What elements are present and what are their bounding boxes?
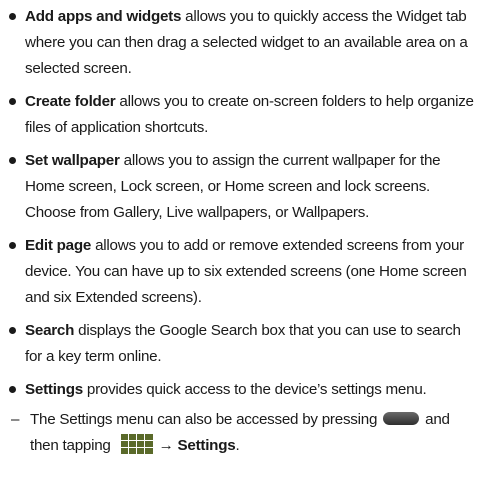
term-label: Settings: [25, 381, 83, 398]
term-label: Add apps and widgets: [25, 8, 182, 25]
home-key-icon: [383, 412, 420, 426]
dash-marker: –: [11, 411, 20, 428]
term-label: Edit page: [25, 237, 92, 254]
bullet-icon: [9, 98, 16, 105]
bullet-icon: [9, 386, 16, 393]
item-description: displays the Google Search box that you …: [25, 322, 461, 365]
settings-subitem: – The Settings menu can also be accessed…: [8, 407, 479, 459]
bullet-icon: [9, 13, 16, 20]
term-label: Set wallpaper: [25, 152, 120, 169]
item-description: provides quick access to the device’s se…: [82, 381, 427, 398]
term-label: Create folder: [25, 93, 116, 110]
bullet-icon: [9, 327, 16, 334]
list-item-edit-page: Edit page allows you to add or remove ex…: [8, 233, 479, 311]
term-label: Search: [25, 322, 75, 339]
list-item-settings: Settings provides quick access to the de…: [8, 377, 479, 403]
bullet-icon: [9, 242, 16, 249]
subitem-end: .: [235, 437, 240, 454]
settings-target-label: Settings: [177, 437, 236, 454]
item-description: allows you to add or remove extended scr…: [25, 237, 467, 306]
page: Add apps and widgets allows you to quick…: [0, 0, 487, 477]
list-item-create-folder: Create folder allows you to create on-sc…: [8, 89, 479, 141]
list-item-add-apps-widgets: Add apps and widgets allows you to quick…: [8, 4, 479, 82]
list-item-set-wallpaper: Set wallpaper allows you to assign the c…: [8, 148, 479, 226]
apps-grid-icon: [120, 434, 153, 455]
bullet-icon: [9, 157, 16, 164]
arrow-glyph: →: [158, 437, 174, 454]
subitem-text-before: The Settings menu can also be accessed b…: [30, 411, 378, 428]
list-item-search: Search displays the Google Search box th…: [8, 318, 479, 370]
